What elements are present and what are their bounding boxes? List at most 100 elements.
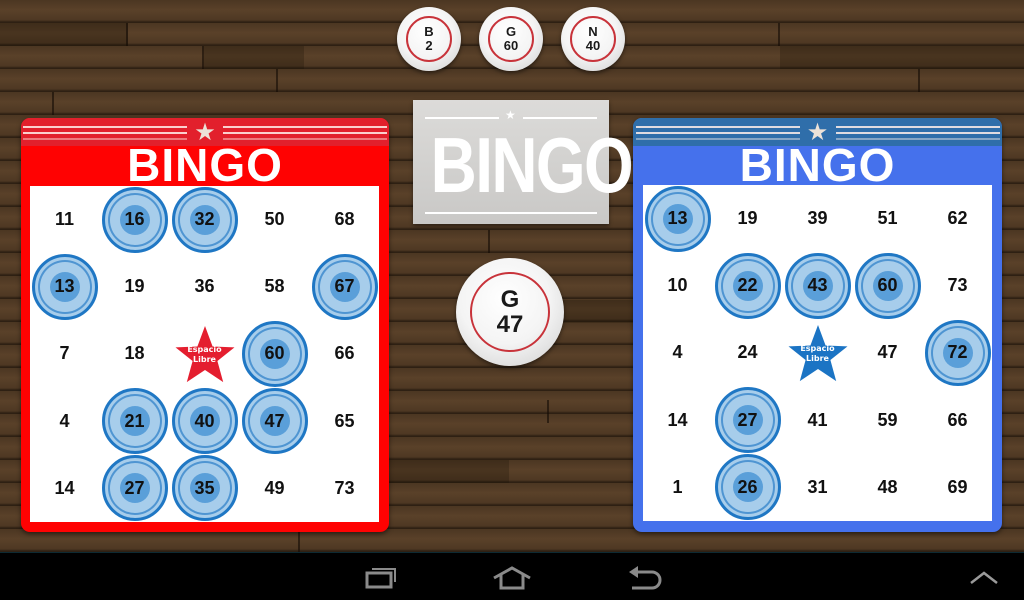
cell-number: 18 xyxy=(124,343,145,364)
bingo-card-blue: ★ BINGO 13 19 39 51 62 10 22 43 60 73 4 24 Espacio Li… xyxy=(633,118,1002,532)
bingo-cell[interactable]: 62 xyxy=(923,185,993,252)
bingo-cell-marked[interactable]: 13 xyxy=(30,253,100,320)
bingo-cell[interactable]: 7 xyxy=(30,320,100,387)
bingo-cell[interactable]: 36 xyxy=(170,253,240,320)
stripe xyxy=(836,132,1000,134)
bingo-cell-marked[interactable]: 35 xyxy=(170,455,240,522)
cell-number: 4 xyxy=(672,342,683,363)
bingo-cell[interactable]: 18 xyxy=(100,320,170,387)
stripe xyxy=(23,132,187,134)
free-space-star: Espacio Libre xyxy=(174,324,236,384)
show-more-button[interactable] xyxy=(966,563,1002,593)
cell-number: 72 xyxy=(947,342,968,363)
recent-ball: N 40 xyxy=(561,7,625,71)
bingo-card-red: ★ BINGO 11 16 32 50 68 13 19 36 58 67 7 18 Espacio Li… xyxy=(21,118,389,532)
cell-number: 69 xyxy=(947,476,968,497)
cell-number: 16 xyxy=(124,209,145,229)
stripe xyxy=(23,126,187,128)
bingo-cell[interactable]: 65 xyxy=(310,388,380,455)
ball-letter: G xyxy=(505,24,517,40)
free-space-star: Espacio Libre xyxy=(787,323,849,383)
bingo-cell-marked[interactable]: 72 xyxy=(923,319,993,386)
bingo-cell[interactable]: 10 xyxy=(643,252,713,319)
stripe xyxy=(223,126,387,128)
bingo-cell-marked[interactable]: 26 xyxy=(713,454,783,521)
bingo-cell[interactable]: 59 xyxy=(853,387,923,454)
bingo-cell[interactable]: 51 xyxy=(853,185,923,252)
card-grid: 11 16 32 50 68 13 19 36 58 67 7 18 Espacio Libre 60 66 4… xyxy=(30,186,379,522)
bingo-cell[interactable]: 14 xyxy=(30,455,100,522)
bingo-cell[interactable]: 39 xyxy=(783,185,853,252)
free-space-cell[interactable]: Espacio Libre xyxy=(170,320,240,387)
bingo-cell[interactable]: 31 xyxy=(783,454,853,521)
cell-number: 11 xyxy=(54,209,75,229)
recent-ball: B2 xyxy=(397,7,461,71)
bingo-cell-marked[interactable]: 27 xyxy=(100,455,170,522)
bingo-cell[interactable]: 1 xyxy=(643,454,713,521)
cell-number: 43 xyxy=(807,275,828,296)
cell-number: 59 xyxy=(877,409,898,430)
bingo-cell[interactable]: 4 xyxy=(30,388,100,455)
cell-number: 19 xyxy=(737,208,758,228)
wood-seam xyxy=(0,92,54,115)
bingo-cell[interactable]: 68 xyxy=(310,186,380,253)
bingo-cell-marked[interactable]: 60 xyxy=(853,252,923,319)
bingo-cell[interactable]: 4 xyxy=(643,319,713,386)
bingo-cell[interactable]: 47 xyxy=(853,319,923,386)
bingo-cell-marked[interactable]: 40 xyxy=(170,388,240,455)
cell-number: 67 xyxy=(334,276,355,297)
bingo-cell[interactable]: 73 xyxy=(310,455,380,522)
bingo-cell[interactable]: 66 xyxy=(310,320,380,387)
bingo-cell-marked[interactable]: 60 xyxy=(240,320,310,387)
home-button[interactable] xyxy=(490,563,534,593)
bingo-cell[interactable]: 24 xyxy=(713,319,783,386)
cell-number: 65 xyxy=(334,410,355,431)
current-ball: G 47 xyxy=(456,258,564,366)
bingo-cell[interactable]: 66 xyxy=(923,387,993,454)
cell-number: 31 xyxy=(807,476,828,497)
recent-ball: G 60 xyxy=(479,7,543,71)
cell-number: 1 xyxy=(672,476,683,497)
bingo-cell-marked[interactable]: 16 xyxy=(100,186,170,253)
bingo-cell[interactable]: 69 xyxy=(923,454,993,521)
cell-number: 24 xyxy=(737,342,758,363)
cell-number: 51 xyxy=(877,208,898,228)
recent-apps-button[interactable] xyxy=(360,563,404,593)
bingo-cell[interactable]: 49 xyxy=(240,455,310,522)
bingo-cell-marked[interactable]: 13 xyxy=(643,185,713,252)
bingo-cell[interactable]: 48 xyxy=(853,454,923,521)
cell-number: 73 xyxy=(334,477,355,498)
cell-number: 4 xyxy=(59,410,70,431)
bingo-cell-marked[interactable]: 47 xyxy=(240,388,310,455)
bingo-cell[interactable]: 73 xyxy=(923,252,993,319)
cell-number: 22 xyxy=(737,275,758,296)
wood-plank xyxy=(780,46,1024,69)
back-button[interactable] xyxy=(622,563,666,593)
bingo-cell[interactable]: 19 xyxy=(100,253,170,320)
bingo-cell[interactable]: 41 xyxy=(783,387,853,454)
bingo-cell-marked[interactable]: 67 xyxy=(310,253,380,320)
chevron-up-icon xyxy=(970,571,998,584)
bingo-cell-marked[interactable]: 21 xyxy=(100,388,170,455)
ball-number: 60 xyxy=(503,38,519,53)
cell-number: 32 xyxy=(194,209,215,229)
logo-line xyxy=(425,117,499,119)
bingo-cell[interactable]: 58 xyxy=(240,253,310,320)
bingo-logo-button[interactable]: ★ BINGO xyxy=(413,100,634,224)
cell-number: 27 xyxy=(737,409,758,430)
bingo-cell[interactable]: 50 xyxy=(240,186,310,253)
bingo-cell-marked[interactable]: 32 xyxy=(170,186,240,253)
free-space-cell[interactable]: Espacio Libre xyxy=(783,319,853,386)
cell-number: 35 xyxy=(194,477,215,498)
bingo-cell-marked[interactable]: 22 xyxy=(713,252,783,319)
bingo-cell[interactable]: 19 xyxy=(713,185,783,252)
cell-number: 68 xyxy=(334,209,355,229)
bingo-cell-marked[interactable]: 43 xyxy=(783,252,853,319)
bingo-cell[interactable]: 11 xyxy=(30,186,100,253)
bingo-cell[interactable]: 14 xyxy=(643,387,713,454)
logo-line xyxy=(425,212,597,214)
cell-number: 40 xyxy=(194,410,215,431)
bingo-cell-marked[interactable]: 27 xyxy=(713,387,783,454)
recent-apps-icon xyxy=(365,568,396,589)
stripe xyxy=(836,126,1000,128)
